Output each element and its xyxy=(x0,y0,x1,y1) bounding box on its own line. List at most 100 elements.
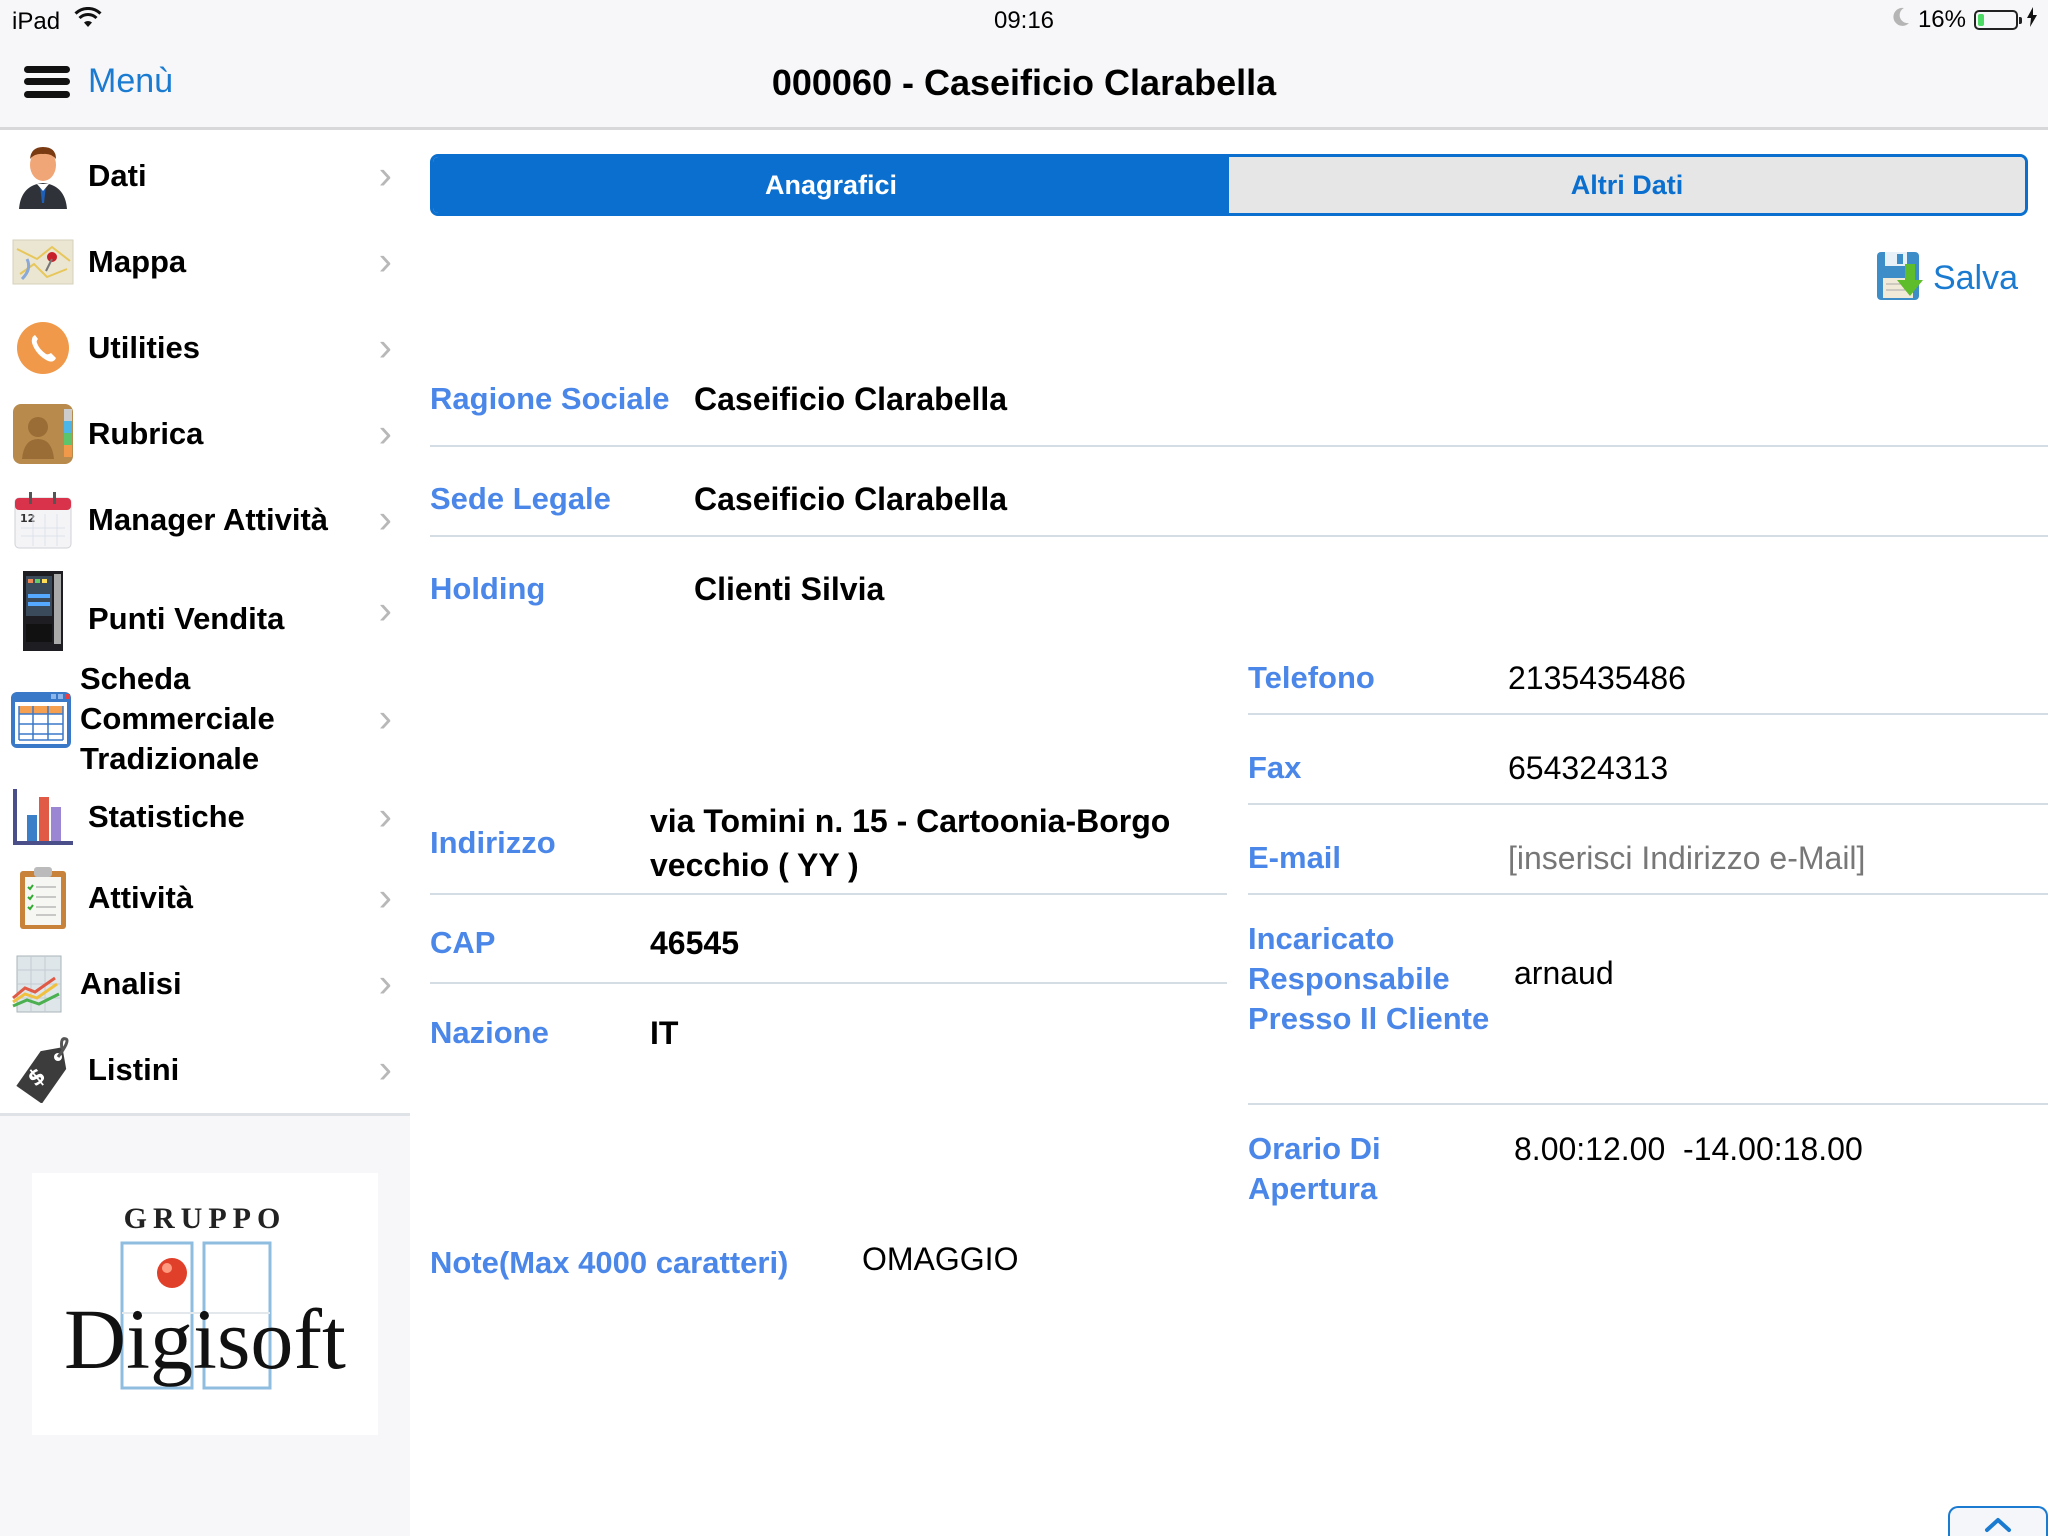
indirizzo-value[interactable]: via Tomini n. 15 - Cartoonia-Borgo vecch… xyxy=(650,799,1230,887)
incaricato-value[interactable]: arnaud xyxy=(1514,951,1614,995)
battery-icon xyxy=(1974,10,2022,30)
fax-value[interactable]: 654324313 xyxy=(1508,746,1668,790)
sidebar-menu: Dati › Mappa › Utilities › Rubrica › 12 … xyxy=(0,133,410,1116)
chevron-right-icon: › xyxy=(378,794,392,839)
chevron-right-icon: › xyxy=(378,497,392,542)
divider xyxy=(1248,893,2048,895)
nazione-label: Nazione xyxy=(430,1015,549,1050)
save-floppy-icon xyxy=(1875,250,1925,307)
incaricato-label: Incaricato Responsabile Presso Il Client… xyxy=(1248,921,1490,1036)
note-value[interactable]: OMAGGIO xyxy=(862,1237,1018,1281)
charging-bolt-icon xyxy=(2026,6,2038,34)
field-indirizzo: Indirizzo via Tomini n. 15 - Cartoonia-B… xyxy=(430,793,1230,893)
field-ragione-sociale: Ragione Sociale Caseificio Clarabella xyxy=(430,339,1007,459)
sidebar-item-label: Analisi xyxy=(80,966,182,1001)
field-nazione: Nazione IT xyxy=(430,1003,678,1063)
cap-label: CAP xyxy=(430,925,496,960)
sidebar-item-label: Punti Vendita xyxy=(88,601,285,636)
telefono-value[interactable]: 2135435486 xyxy=(1508,656,1686,700)
orario-value[interactable]: 8.00:12.00 -14.00:18.00 xyxy=(1514,1127,1863,1171)
address-book-icon xyxy=(10,401,76,467)
chevron-right-icon: › xyxy=(378,961,392,1006)
status-bar: iPad 09:16 16% xyxy=(0,0,2048,40)
telefono-label: Telefono xyxy=(1248,660,1375,695)
field-fax: Fax 654324313 xyxy=(1248,738,1668,798)
chevron-right-icon: › xyxy=(378,875,392,920)
divider xyxy=(430,445,2048,447)
map-icon xyxy=(10,229,76,295)
divider xyxy=(1248,803,2048,805)
phone-icon xyxy=(10,315,76,381)
battery-percent: 16% xyxy=(1917,6,1966,33)
sidebar-item-label: Attività xyxy=(88,880,194,915)
chevron-right-icon: › xyxy=(378,153,392,198)
tab-altri-dati[interactable]: Altri Dati xyxy=(1229,157,2025,213)
navigation-bar: Menù 000060 - Caseificio Clarabella xyxy=(0,40,2048,130)
email-input[interactable]: [inserisci Indirizzo e-Mail] xyxy=(1508,836,1865,880)
fax-label: Fax xyxy=(1248,750,1302,785)
sidebar-item-label: Statistiche xyxy=(88,799,245,834)
sidebar-item-rubrica[interactable]: Rubrica › xyxy=(0,391,410,477)
nazione-value[interactable]: IT xyxy=(650,1011,678,1055)
chevron-right-icon: › xyxy=(378,411,392,456)
divider xyxy=(430,535,2048,537)
sidebar-item-label: Dati xyxy=(88,158,147,193)
ragione-sociale-value[interactable]: Caseificio Clarabella xyxy=(694,377,1007,421)
holding-label: Holding xyxy=(430,571,546,606)
field-sede-legale: Sede Legale Caseificio Clarabella xyxy=(430,469,1007,529)
field-email: E-mail [inserisci Indirizzo e-Mail] xyxy=(1248,828,1865,888)
chevron-right-icon: › xyxy=(378,696,392,741)
chevron-up-icon xyxy=(1985,1518,2011,1532)
field-note: Note(Max 4000 caratteri) OMAGGIO xyxy=(430,1233,1018,1293)
ragione-sociale-label: Ragione Sociale xyxy=(430,381,670,416)
sidebar-item-punti-vendita[interactable]: Punti Vendita › xyxy=(0,563,410,659)
tab-anagrafici[interactable]: Anagrafici xyxy=(433,157,1229,213)
save-button[interactable]: Salva xyxy=(1875,250,2018,307)
sede-legale-value[interactable]: Caseificio Clarabella xyxy=(694,477,1007,521)
logo-main-text: Digisoft xyxy=(64,1291,346,1387)
holding-value[interactable]: Clienti Silvia xyxy=(694,567,884,611)
sidebar-item-label: Mappa xyxy=(88,244,187,279)
company-logo: GRUPPO Digisoft xyxy=(32,1173,378,1435)
chevron-right-icon: › xyxy=(378,239,392,284)
sidebar-item-utilities[interactable]: Utilities › xyxy=(0,305,410,391)
person-icon xyxy=(10,143,76,209)
chevron-right-icon: › xyxy=(378,588,392,633)
divider xyxy=(1248,1103,2048,1105)
main-content: Anagrafici Altri Dati Salva Ragione Soci… xyxy=(410,133,2048,1536)
field-orario: Orario Di Apertura 8.00:12.00 -14.00:18.… xyxy=(1248,1129,1863,1219)
save-label: Salva xyxy=(1932,259,2018,297)
clipboard-icon xyxy=(10,865,76,931)
sidebar-item-manager-attivita[interactable]: 12 Manager Attività › xyxy=(0,477,410,563)
sidebar-item-statistiche[interactable]: Statistiche › xyxy=(0,779,410,855)
field-holding: Holding Clienti Silvia xyxy=(430,559,884,619)
sede-legale-label: Sede Legale xyxy=(430,481,611,516)
cap-value[interactable]: 46545 xyxy=(650,921,739,965)
moon-icon xyxy=(1892,6,1910,34)
field-telefono: Telefono 2135435486 xyxy=(1248,648,1686,708)
sidebar-item-dati[interactable]: Dati › xyxy=(0,133,410,219)
email-label: E-mail xyxy=(1248,840,1342,875)
orario-label: Orario Di Apertura xyxy=(1248,1131,1381,1206)
status-time: 09:16 xyxy=(993,7,1055,34)
sidebar-item-scheda-commerciale[interactable]: Scheda Commerciale Tradizionale › xyxy=(0,659,410,779)
sidebar-item-mappa[interactable]: Mappa › xyxy=(0,219,410,305)
sidebar-item-label: Utilities xyxy=(88,330,200,365)
price-tag-icon: $ xyxy=(10,1037,76,1103)
scroll-to-top-button[interactable] xyxy=(1948,1506,2048,1536)
indirizzo-label: Indirizzo xyxy=(430,825,556,860)
sidebar-item-label: Rubrica xyxy=(88,416,204,451)
sidebar-item-label: Listini xyxy=(88,1052,180,1087)
field-cap: CAP 46545 xyxy=(430,913,739,973)
divider xyxy=(1248,713,2048,715)
sidebar-item-listini[interactable]: $ Listini › xyxy=(0,1027,410,1113)
bar-chart-icon xyxy=(10,784,76,850)
note-label: Note(Max 4000 caratteri) xyxy=(430,1245,789,1280)
logo-top-text: GRUPPO xyxy=(124,1202,287,1235)
spreadsheet-window-icon xyxy=(8,686,74,752)
chevron-right-icon: › xyxy=(378,1047,392,1092)
chevron-right-icon: › xyxy=(378,325,392,370)
page-title: 000060 - Caseificio Clarabella xyxy=(771,62,1277,103)
sidebar-item-attivita[interactable]: Attività › xyxy=(0,855,410,941)
sidebar-item-analisi[interactable]: Analisi › xyxy=(0,941,410,1027)
